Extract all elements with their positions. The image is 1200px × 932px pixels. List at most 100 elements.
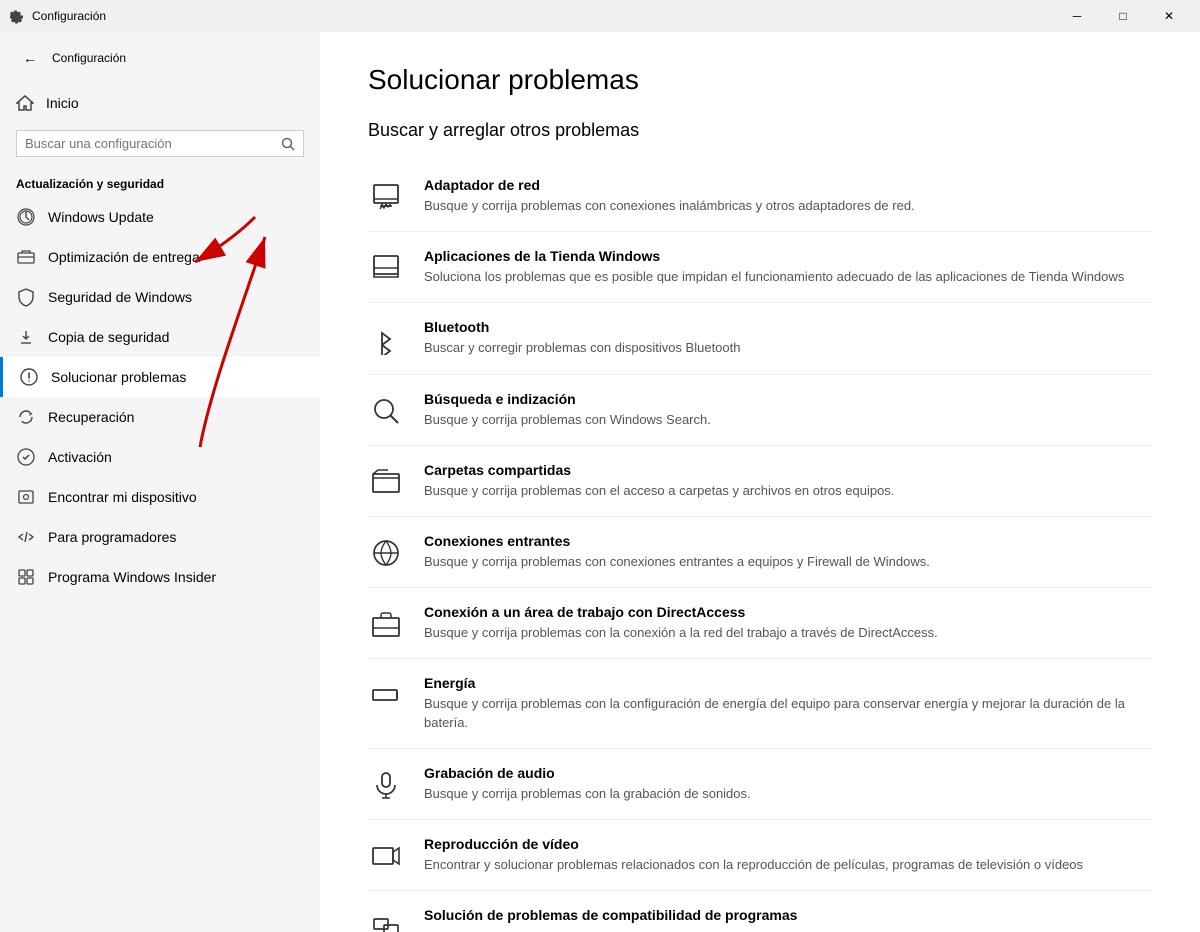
titlebar-title: Configuración xyxy=(32,9,1054,23)
item-desc-shared-folders: Busque y corrija problemas con el acceso… xyxy=(424,482,1152,500)
sidebar-item-label-delivery-opt: Optimización de entrega xyxy=(48,249,200,265)
troubleshoot-item-audio-recording[interactable]: Grabación de audio Busque y corrija prob… xyxy=(368,749,1152,820)
item-content-audio-recording: Grabación de audio Busque y corrija prob… xyxy=(424,765,1152,803)
item-title-audio-recording: Grabación de audio xyxy=(424,765,1152,781)
sidebar-item-label-troubleshoot: Solucionar problemas xyxy=(51,369,186,385)
sidebar-item-label-backup: Copia de seguridad xyxy=(48,329,169,345)
shared-folders-icon xyxy=(368,464,404,500)
sidebar-item-label-recovery: Recuperación xyxy=(48,409,134,425)
monitor-network-icon xyxy=(368,179,404,215)
item-title-video-playback: Reproducción de vídeo xyxy=(424,836,1152,852)
update-icon xyxy=(16,207,36,227)
sidebar-section-label: Actualización y seguridad xyxy=(0,165,320,197)
troubleshoot-item-directaccess[interactable]: Conexión a un área de trabajo con Direct… xyxy=(368,588,1152,659)
troubleshoot-item-compatibility[interactable]: Solución de problemas de compatibilidad … xyxy=(368,891,1152,932)
sidebar-item-find-device[interactable]: Encontrar mi dispositivo xyxy=(0,477,320,517)
settings-icon xyxy=(8,8,24,24)
sidebar-item-label-windows-security: Seguridad de Windows xyxy=(48,289,192,305)
compat-icon xyxy=(368,909,404,932)
item-desc-audio-recording: Busque y corrija problemas con la grabac… xyxy=(424,785,1152,803)
item-desc-network-adapter: Busque y corrija problemas con conexione… xyxy=(424,197,1152,215)
devs-icon xyxy=(16,527,36,547)
home-icon xyxy=(16,94,34,112)
battery-icon xyxy=(368,677,404,713)
search-box[interactable] xyxy=(16,130,304,157)
troubleshoot-item-windows-store[interactable]: Aplicaciones de la Tienda Windows Soluci… xyxy=(368,232,1152,303)
troubleshoot-item-bluetooth[interactable]: Bluetooth Buscar y corregir problemas co… xyxy=(368,303,1152,374)
video-icon xyxy=(368,838,404,874)
microphone-icon xyxy=(368,767,404,803)
sidebar-item-recovery[interactable]: Recuperación xyxy=(0,397,320,437)
insider-icon xyxy=(16,567,36,587)
sidebar-item-insider[interactable]: Programa Windows Insider xyxy=(0,557,320,597)
minimize-button[interactable]: ─ xyxy=(1054,0,1100,32)
page-title: Solucionar problemas xyxy=(368,64,1152,96)
sidebar-item-label-windows-update: Windows Update xyxy=(48,209,154,225)
close-button[interactable]: ✕ xyxy=(1146,0,1192,32)
item-desc-video-playback: Encontrar y solucionar problemas relacio… xyxy=(424,856,1152,874)
item-desc-inbound-connections: Busque y corrija problemas con conexione… xyxy=(424,553,1152,571)
troubleshoot-icon xyxy=(19,367,39,387)
item-content-bluetooth: Bluetooth Buscar y corregir problemas co… xyxy=(424,319,1152,357)
item-title-network-adapter: Adaptador de red xyxy=(424,177,1152,193)
sidebar-header: ← Configuración xyxy=(0,32,320,84)
sidebar-item-home[interactable]: Inicio xyxy=(0,84,320,122)
search-input[interactable] xyxy=(25,136,275,151)
item-title-compatibility: Solución de problemas de compatibilidad … xyxy=(424,907,1152,923)
item-desc-directaccess: Busque y corrija problemas con la conexi… xyxy=(424,624,1152,642)
item-desc-search-indexing: Busque y corrija problemas con Windows S… xyxy=(424,411,1152,429)
item-title-search-indexing: Búsqueda e indización xyxy=(424,391,1152,407)
sidebar-item-troubleshoot[interactable]: Solucionar problemas xyxy=(0,357,320,397)
item-title-inbound-connections: Conexiones entrantes xyxy=(424,533,1152,549)
app-wrapper: ← Configuración Inicio Actualización y s… xyxy=(0,32,1200,932)
item-content-shared-folders: Carpetas compartidas Busque y corrija pr… xyxy=(424,462,1152,500)
item-desc-power: Busque y corrija problemas con la config… xyxy=(424,695,1152,731)
item-content-network-adapter: Adaptador de red Busque y corrija proble… xyxy=(424,177,1152,215)
sidebar-app-title: Configuración xyxy=(52,51,126,65)
troubleshoot-item-video-playback[interactable]: Reproducción de vídeo Encontrar y soluci… xyxy=(368,820,1152,891)
troubleshoot-item-search-indexing[interactable]: Búsqueda e indización Busque y corrija p… xyxy=(368,375,1152,446)
home-label: Inicio xyxy=(46,95,79,111)
item-content-search-indexing: Búsqueda e indización Busque y corrija p… xyxy=(424,391,1152,429)
item-content-compatibility: Solución de problemas de compatibilidad … xyxy=(424,907,1152,927)
sidebar-item-label-for-devs: Para programadores xyxy=(48,529,176,545)
item-content-directaccess: Conexión a un área de trabajo con Direct… xyxy=(424,604,1152,642)
sidebar-item-backup[interactable]: Copia de seguridad xyxy=(0,317,320,357)
sidebar-item-windows-update[interactable]: Windows Update xyxy=(0,197,320,237)
item-desc-windows-store: Soluciona los problemas que es posible q… xyxy=(424,268,1152,286)
item-content-windows-store: Aplicaciones de la Tienda Windows Soluci… xyxy=(424,248,1152,286)
item-content-inbound-connections: Conexiones entrantes Busque y corrija pr… xyxy=(424,533,1152,571)
sidebar-item-windows-security[interactable]: Seguridad de Windows xyxy=(0,277,320,317)
troubleshoot-item-network-adapter[interactable]: Adaptador de red Busque y corrija proble… xyxy=(368,161,1152,232)
bluetooth-icon xyxy=(368,321,404,357)
sidebar-item-label-activation: Activación xyxy=(48,449,112,465)
sidebar-item-label-insider: Programa Windows Insider xyxy=(48,569,216,585)
item-content-power: Energía Busque y corrija problemas con l… xyxy=(424,675,1152,731)
shield-icon xyxy=(16,287,36,307)
sidebar-item-for-devs[interactable]: Para programadores xyxy=(0,517,320,557)
store-icon xyxy=(368,250,404,286)
find-icon xyxy=(16,487,36,507)
item-title-windows-store: Aplicaciones de la Tienda Windows xyxy=(424,248,1152,264)
sidebar-item-label-find-device: Encontrar mi dispositivo xyxy=(48,489,197,505)
item-desc-bluetooth: Buscar y corregir problemas con disposit… xyxy=(424,339,1152,357)
titlebar-controls: ─ □ ✕ xyxy=(1054,0,1192,32)
search-circle-icon xyxy=(368,393,404,429)
activation-icon xyxy=(16,447,36,467)
troubleshoot-item-inbound-connections[interactable]: Conexiones entrantes Busque y corrija pr… xyxy=(368,517,1152,588)
sidebar-item-delivery-opt[interactable]: Optimización de entrega xyxy=(0,237,320,277)
item-title-bluetooth: Bluetooth xyxy=(424,319,1152,335)
item-title-shared-folders: Carpetas compartidas xyxy=(424,462,1152,478)
sidebar-item-activation[interactable]: Activación xyxy=(0,437,320,477)
troubleshoot-item-power[interactable]: Energía Busque y corrija problemas con l… xyxy=(368,659,1152,748)
sidebar: ← Configuración Inicio Actualización y s… xyxy=(0,32,320,932)
back-button[interactable]: ← xyxy=(16,44,44,72)
item-title-directaccess: Conexión a un área de trabajo con Direct… xyxy=(424,604,1152,620)
recovery-icon xyxy=(16,407,36,427)
briefcase-icon xyxy=(368,606,404,642)
main-panel: Solucionar problemas Buscar y arreglar o… xyxy=(320,32,1200,932)
maximize-button[interactable]: □ xyxy=(1100,0,1146,32)
backup-icon xyxy=(16,327,36,347)
troubleshoot-item-shared-folders[interactable]: Carpetas compartidas Busque y corrija pr… xyxy=(368,446,1152,517)
item-title-power: Energía xyxy=(424,675,1152,691)
